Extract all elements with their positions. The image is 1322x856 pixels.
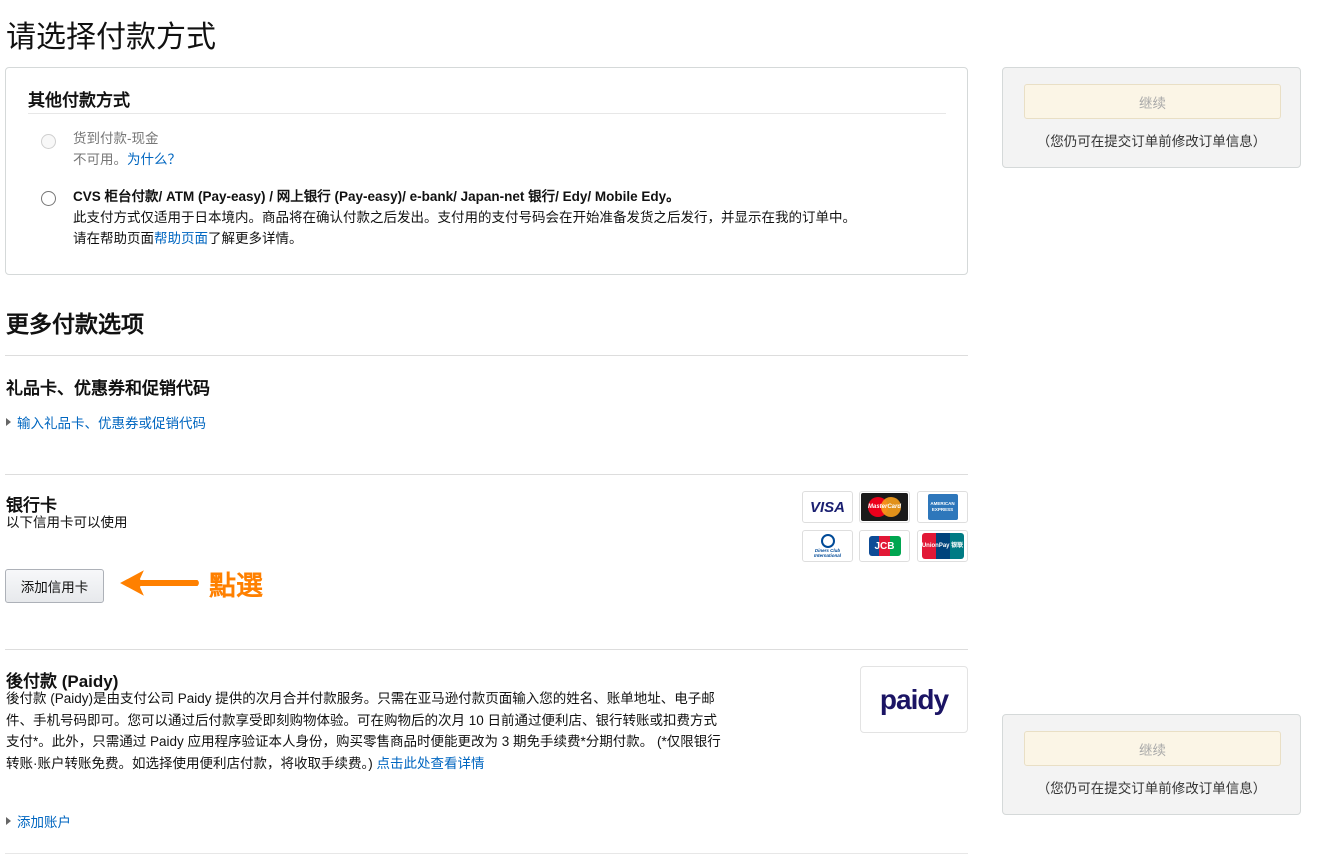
continue-box-bottom: 继续 （您仍可在提交订单前修改订单信息） <box>1002 714 1301 815</box>
cvs-help-suffix: 了解更多详情。 <box>208 231 303 246</box>
visa-logo: VISA <box>802 491 853 523</box>
cvs-help-prefix: 请在帮助页面 <box>73 231 154 246</box>
cvs-help-row: 请在帮助页面帮助页面了解更多详情。 <box>73 228 303 249</box>
diners-logo: Diners Club International <box>802 530 853 562</box>
cod-label: 货到付款-现金 <box>73 131 159 146</box>
jcb-logo: JCB <box>859 530 910 562</box>
cod-radio[interactable] <box>41 134 56 149</box>
divider <box>28 113 946 114</box>
divider <box>5 649 968 650</box>
cvs-label: CVS 柜台付款/ ATM (Pay-easy) / 网上银行 (Pay-eas… <box>73 189 680 204</box>
add-account-expander[interactable]: 添加账户 <box>6 811 71 831</box>
cod-unavailable-text: 不可用。 <box>73 152 127 167</box>
add-account-link[interactable]: 添加账户 <box>17 811 71 831</box>
bank-card-subtitle: 以下信用卡可以使用 <box>6 515 128 530</box>
arrow-left-icon <box>117 567 201 599</box>
page-title: 请选择付款方式 <box>6 21 216 54</box>
gift-card-expander[interactable]: 输入礼品卡、优惠券或促销代码 <box>6 412 206 432</box>
gift-card-title: 礼品卡、优惠券和促销代码 <box>6 379 210 398</box>
click-annotation: 點選 <box>209 571 263 602</box>
paidy-description-block: 後付款 (Paidy)是由支付公司 Paidy 提供的次月合并付款服务。只需在亚… <box>6 688 722 774</box>
paidy-logo: paidy <box>860 666 968 733</box>
diners-logo-text: Diners Club International <box>813 548 841 558</box>
help-page-link[interactable]: 帮助页面 <box>154 231 208 246</box>
mastercard-logo: MasterCard <box>859 491 910 523</box>
amex-logo: AMERICAN EXPRESS <box>917 491 968 523</box>
visa-logo-text: VISA <box>809 498 845 516</box>
mastercard-logo-text: MasterCard <box>867 504 901 510</box>
caret-right-icon <box>6 817 11 825</box>
other-payment-methods-title: 其他付款方式 <box>28 91 130 110</box>
paidy-details-link[interactable]: 点击此处查看详情 <box>377 756 485 771</box>
divider <box>5 355 968 356</box>
continue-note: （您仍可在提交订单前修改订单信息） <box>1036 781 1267 796</box>
continue-note: （您仍可在提交订单前修改订单信息） <box>1036 134 1267 149</box>
continue-box-top: 继续 （您仍可在提交订单前修改订单信息） <box>1002 67 1301 168</box>
caret-right-icon <box>6 418 11 426</box>
jcb-logo-text: JCB <box>874 540 895 552</box>
divider <box>5 853 968 854</box>
continue-button[interactable]: 继续 <box>1024 84 1281 119</box>
paidy-logo-text: paidy <box>879 683 949 715</box>
unionpay-logo-text: UnionPay 银联 <box>921 542 964 549</box>
cvs-radio[interactable] <box>41 191 56 206</box>
cvs-description: 此支付方式仅适用于日本境内。商品将在确认付款之后发出。支付用的支付号码会在开始准… <box>73 210 856 225</box>
amex-logo-text: AMERICAN EXPRESS <box>930 501 955 512</box>
cod-unavailable-row: 不可用。为什么？ <box>73 149 181 170</box>
unionpay-logo: UnionPay 银联 <box>917 530 968 562</box>
other-payment-methods-box: 其他付款方式 货到付款-现金 不可用。为什么？ CVS 柜台付款/ ATM (P… <box>5 67 968 275</box>
gift-card-link[interactable]: 输入礼品卡、优惠券或促销代码 <box>17 412 206 432</box>
continue-button[interactable]: 继续 <box>1024 731 1281 766</box>
more-options-title: 更多付款选项 <box>6 311 144 337</box>
divider <box>5 474 968 475</box>
why-link[interactable]: 为什么？ <box>127 152 181 167</box>
add-credit-card-button[interactable]: 添加信用卡 <box>5 569 104 603</box>
paidy-description: 後付款 (Paidy)是由支付公司 Paidy 提供的次月合并付款服务。只需在亚… <box>6 691 721 771</box>
